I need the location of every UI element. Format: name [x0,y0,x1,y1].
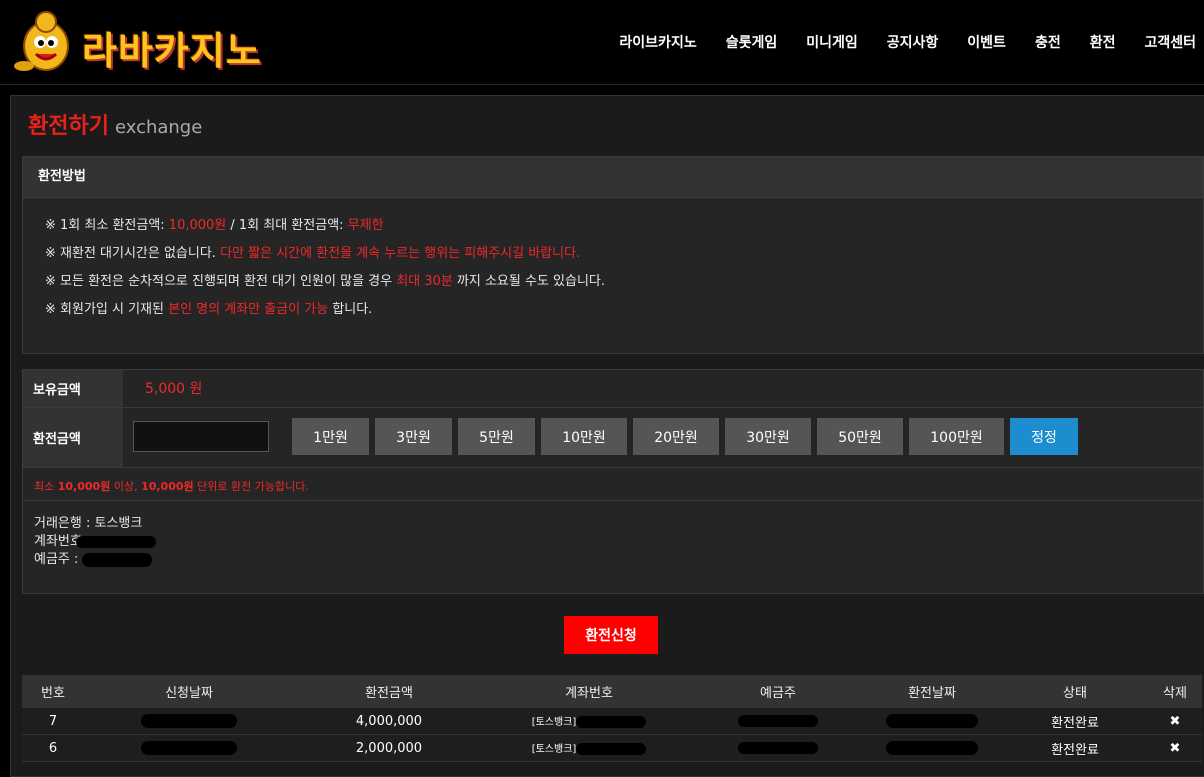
nav-notice[interactable]: 공지사항 [887,32,939,52]
amount-1-button[interactable]: 1만원 [292,418,369,455]
exchange-method-box: 환전방법 ※ 1회 최소 환전금액: 10,000원 / 1회 최대 환전금액:… [22,156,1204,354]
delete-icon[interactable]: ✖ [1148,714,1202,729]
reset-button[interactable]: 정정 [1010,418,1078,455]
col-amount: 환전금액 [365,686,413,701]
row-number: 7 [48,713,58,729]
exchange-note: 최소 10,000원 이상, 10,000원 단위로 환전 가능합니다. [34,480,309,493]
col-status: 상태 [1063,686,1087,701]
bank-info: 거래은행 : 토스뱅크 계좌번호 예금주 : [34,515,156,569]
divider [23,500,1203,501]
nav-exchange[interactable]: 환전 [1090,32,1116,52]
col-holder: 예금주 [760,686,796,701]
page-title: 환전하기 exchange [28,108,202,140]
amount-5-button[interactable]: 5만원 [458,418,535,455]
method-line-1: ※ 1회 최소 환전금액: 10,000원 / 1회 최대 환전금액: 무제한 [45,218,384,233]
col-account: 계좌번호 [565,686,613,701]
site-header: 라바카지노 라이브카지노 슬롯게임 미니게임 공지사항 이벤트 충전 환전 고객… [0,0,1204,85]
table-row: 6 2,000,000 [토스뱅크] 환전완료 ✖ [22,735,1202,762]
divider [23,467,1203,468]
holder-row: 예금주 : [34,551,156,569]
logo-text: 라바카지노 [82,29,262,73]
redacted-mark [576,742,647,755]
nav-mini-game[interactable]: 미니게임 [806,32,858,52]
nav-live-casino[interactable]: 라이브카지노 [619,32,696,52]
redacted-mark [886,741,978,755]
redacted-mark [576,715,647,728]
method-line-2: ※ 재환전 대기시간은 없습니다. 다만 짧은 시간에 환전을 계속 누르는 행… [45,246,581,261]
redacted-mark [141,714,237,728]
col-delete: 삭제 [1163,686,1187,701]
balance-value: 5,000 원 [145,381,203,397]
amount-cell: 2,000,000 [355,740,423,756]
col-request-date: 신청날짜 [165,686,213,701]
amount-50-button[interactable]: 50만원 [817,418,903,455]
amount-cell: 4,000,000 [355,713,423,729]
nav-event[interactable]: 이벤트 [967,32,1006,52]
holder-cell [694,741,862,756]
request-date-cell [84,714,294,729]
amount-10-button[interactable]: 10만원 [541,418,627,455]
nav-charge[interactable]: 충전 [1035,32,1061,52]
status-cell: 환전완료 [1051,742,1099,758]
redacted-mark [75,535,156,548]
method-line-4: ※ 회원가입 시 기재된 본인 명의 계좌만 출금이 가능 합니다. [45,302,373,317]
site-logo[interactable]: 라바카지노 [12,8,332,73]
nav-slot-game[interactable]: 슬롯게임 [726,32,778,52]
exchange-date-cell [862,714,1002,729]
account-cell: [토스뱅크] [484,713,694,729]
account-cell: [토스뱅크] [484,740,694,756]
row-number: 6 [48,740,58,756]
nav-customer-center[interactable]: 고객센터 [1144,32,1196,52]
account-number-row: 계좌번호 [34,533,156,551]
redacted-mark [886,714,978,728]
exchange-date-cell [862,741,1002,756]
bank-name: 거래은행 : 토스뱅크 [34,516,143,531]
col-exchange-date: 환전날짜 [908,686,956,701]
status-cell: 환전완료 [1051,715,1099,731]
main-nav: 라이브카지노 슬롯게임 미니게임 공지사항 이벤트 충전 환전 고객센터 [590,32,1196,52]
divider [23,407,1203,408]
holder-cell [694,714,862,729]
amount-30-button[interactable]: 30만원 [725,418,811,455]
table-header: 번호 신청날짜 환전금액 계좌번호 예금주 환전날짜 상태 삭제 [22,675,1202,708]
amount-label: 환전금액 [23,408,123,467]
redacted-mark [82,552,153,567]
larva-mascot-icon [14,11,69,71]
redacted-mark [738,715,818,727]
amount-20-button[interactable]: 20만원 [633,418,719,455]
method-heading: 환전방법 [23,157,1203,198]
exchange-panel: 환전하기 exchange 환전방법 ※ 1회 최소 환전금액: 10,000원 … [10,95,1204,777]
amount-3-button[interactable]: 3만원 [375,418,452,455]
exchange-history-table: 번호 신청날짜 환전금액 계좌번호 예금주 환전날짜 상태 삭제 7 4,000… [22,675,1202,762]
redacted-mark [141,741,237,755]
method-list: ※ 1회 최소 환전금액: 10,000원 / 1회 최대 환전금액: 무제한 … [23,198,1203,324]
delete-icon[interactable]: ✖ [1148,741,1202,756]
balance-label: 보유금액 [23,370,123,407]
exchange-submit-button[interactable]: 환전신청 [564,616,658,654]
col-number: 번호 [41,686,65,701]
method-line-3: ※ 모든 환전은 순차적으로 진행되며 환전 대기 인원이 많을 경우 최대 3… [45,274,606,289]
exchange-form: 보유금액 5,000 원 환전금액 1만원 3만원 5만원 10만원 20만원 … [22,369,1204,594]
amount-input[interactable] [133,421,269,452]
request-date-cell [84,741,294,756]
table-row: 7 4,000,000 [토스뱅크] 환전완료 ✖ [22,708,1202,735]
amount-100-button[interactable]: 100만원 [909,418,1004,455]
redacted-mark [738,742,818,754]
page-title-ko: 환전하기 [28,114,109,139]
page-title-en: exchange [114,117,203,138]
